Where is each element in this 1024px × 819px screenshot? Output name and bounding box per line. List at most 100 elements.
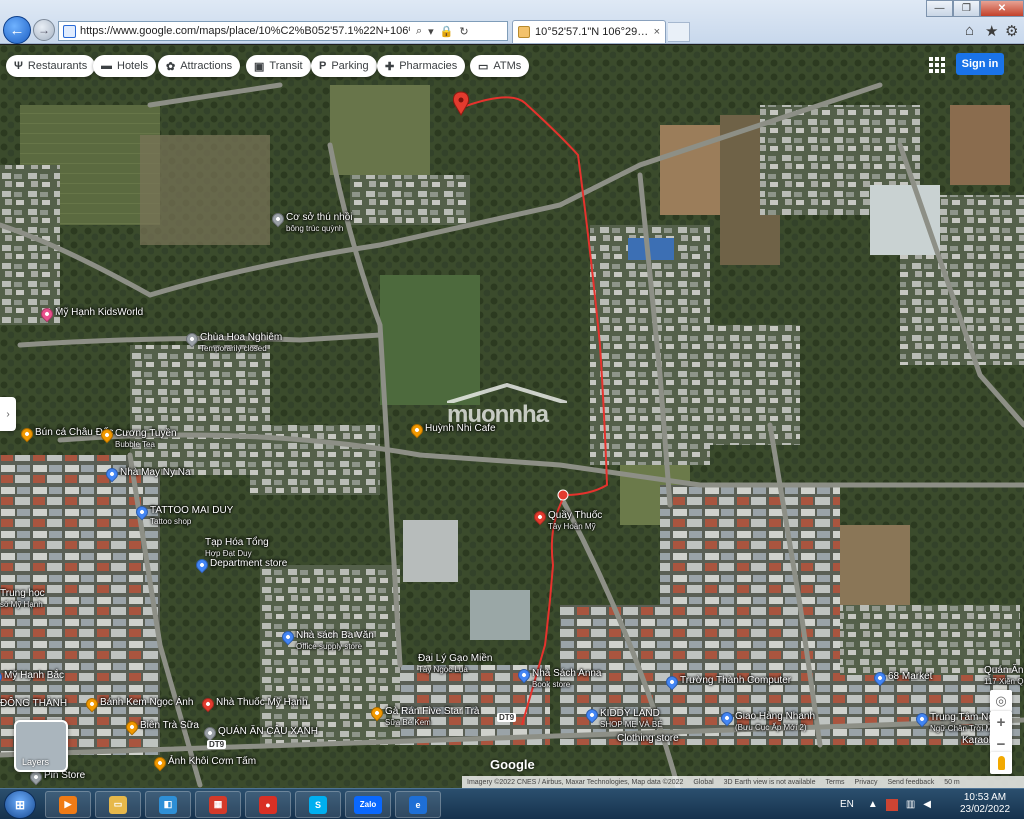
- layers-button[interactable]: Layers: [14, 720, 68, 772]
- footer-item: Global: [693, 778, 714, 786]
- zoom-in-button[interactable]: +: [990, 711, 1012, 733]
- filter-chip-pharmacies[interactable]: ✚ Pharmacies: [377, 55, 466, 77]
- filter-chip-transit[interactable]: ▣ Transit: [246, 55, 311, 77]
- place-label[interactable]: Biên Trà Sữa: [140, 720, 199, 732]
- place-name: Nhà sách Ba Văn: [296, 630, 374, 641]
- taskbar-file-explorer-button[interactable]: ▭: [95, 791, 141, 818]
- place-label[interactable]: Ảnh Khôi Cơm Tấm: [168, 756, 256, 768]
- place-name: Nhà Sách Anna: [532, 668, 602, 679]
- place-subtitle: Temporarily closed: [200, 343, 267, 353]
- footer-item[interactable]: Privacy: [855, 779, 878, 786]
- sign-in-button[interactable]: Sign in: [956, 53, 1004, 75]
- place-name: ĐÔNG THÀNH: [0, 698, 68, 709]
- footer-item: 3D Earth view is not available: [723, 778, 816, 786]
- taskbar-zalo-button[interactable]: Zalo: [345, 791, 391, 818]
- place-label[interactable]: Mỹ Hạnh Bắc: [4, 670, 64, 682]
- filter-chip-restaurants[interactable]: Ψ Restaurants: [6, 55, 96, 77]
- place-label[interactable]: Bánh Kem Ngọc Ánh: [100, 697, 193, 709]
- address-bar[interactable]: ⌕ ▾ 🔒 ↻: [58, 21, 508, 41]
- new-tab-button[interactable]: [668, 22, 690, 42]
- footer-item[interactable]: 50 m: [944, 779, 960, 786]
- place-label[interactable]: Nhà Sách Anna Book store: [532, 668, 602, 689]
- address-input[interactable]: [80, 25, 410, 37]
- search-icon[interactable]: ⌕: [416, 25, 422, 38]
- place-name: Nhà Thuốc Mỹ Hạnh: [216, 697, 308, 708]
- place-name: Huỳnh Nhi Cafe: [425, 423, 496, 434]
- place-label[interactable]: Nhà Thuốc Mỹ Hạnh: [216, 697, 308, 709]
- taskbar-security-app-button[interactable]: ▦: [195, 791, 241, 818]
- filter-chip-atms[interactable]: ▭ ATMs: [470, 55, 530, 77]
- refresh-icon[interactable]: ↻: [459, 25, 468, 38]
- place-label[interactable]: Quầy Thuốc Tây Hoàn Mỹ: [548, 510, 602, 531]
- side-panel-toggle[interactable]: ›: [0, 397, 16, 431]
- restore-button[interactable]: ❐: [953, 0, 980, 17]
- taskbar-chrome-button[interactable]: ●: [245, 791, 291, 818]
- taskbar-control-panel-button[interactable]: ◧: [145, 791, 191, 818]
- tab-close-icon[interactable]: ×: [654, 26, 660, 38]
- filter-chip-hotels[interactable]: ▬ Hotels: [93, 55, 157, 77]
- windows-logo-icon: ⊞: [14, 797, 26, 812]
- place-label[interactable]: Clothing store: [617, 733, 679, 745]
- place-label[interactable]: Gà Rán Five Star Trà Sữa Bé Kem: [385, 706, 479, 727]
- origin-marker-icon[interactable]: [557, 489, 569, 501]
- network-icon[interactable]: ▥: [906, 799, 915, 810]
- close-window-button[interactable]: ✕: [980, 0, 1024, 17]
- place-label[interactable]: Quán Ăn 117 Xiên Qu: [984, 665, 1024, 686]
- place-label[interactable]: Trung học số Mỹ Hạnh: [0, 588, 45, 609]
- file-explorer-icon: ▭: [109, 795, 127, 814]
- place-label[interactable]: Cơ sở thú nhồi bông trúc quỳnh: [286, 212, 352, 233]
- filter-chip-parking[interactable]: P Parking: [311, 55, 377, 77]
- place-label[interactable]: Chùa Hoa Nghiêm Temporarily closed: [200, 332, 282, 353]
- google-apps-icon[interactable]: [929, 57, 945, 73]
- place-label[interactable]: Giao Hàng Nhanh (Bưu Cục Ấp Mới 2): [735, 711, 815, 732]
- place-label[interactable]: Nhà sách Ba Văn Office supply store: [296, 630, 374, 651]
- place-label[interactable]: Mỹ Hạnh KidsWorld: [55, 307, 143, 319]
- home-icon[interactable]: ⌂: [965, 22, 974, 39]
- my-location-button[interactable]: ◎: [990, 690, 1012, 712]
- place-label[interactable]: Trường Thành Computer: [680, 675, 791, 687]
- place-name: Đại Lý Gạo Miền: [418, 653, 493, 664]
- filter-chip-label: Transit: [269, 60, 303, 72]
- lock-icon[interactable]: 🔒: [440, 25, 454, 38]
- browser-chrome: ← → ⌕ ▾ 🔒 ↻ 10°52'57.1"N 106°29'40.3"E .…: [0, 0, 1024, 44]
- taskbar-media-player-button[interactable]: ▶: [45, 791, 91, 818]
- place-name: Ảnh Khôi Cơm Tấm: [168, 756, 257, 767]
- footer-item[interactable]: Terms: [825, 779, 844, 786]
- taskbar-skype-button[interactable]: S: [295, 791, 341, 818]
- language-indicator[interactable]: EN: [840, 799, 854, 810]
- place-label[interactable]: TATTOO MAI DUY Tattoo shop: [150, 505, 233, 526]
- place-label[interactable]: QUÁN ĂN CÂU XANH: [218, 726, 318, 738]
- place-label[interactable]: Nhà May Ny Na: [120, 467, 191, 479]
- place-label[interactable]: ĐÔNG THÀNH: [0, 698, 67, 710]
- bed-icon: ▬: [101, 60, 112, 72]
- start-button[interactable]: ⊞: [4, 790, 36, 819]
- place-label[interactable]: Tạp Hóa Tổng Hợp Đạt Duy: [205, 537, 269, 558]
- tab-google-maps[interactable]: 10°52'57.1"N 106°29'40.3"E ... ×: [512, 20, 666, 43]
- back-button[interactable]: ←: [3, 16, 31, 44]
- place-label[interactable]: Huỳnh Nhi Cafe: [425, 423, 496, 435]
- minimize-button[interactable]: —: [926, 0, 953, 17]
- forward-arrow-icon: →: [38, 23, 50, 37]
- forward-button[interactable]: →: [33, 19, 55, 41]
- place-label[interactable]: Department store: [210, 558, 287, 570]
- street-view-pegman-icon[interactable]: [990, 752, 1012, 774]
- security-app-icon: ▦: [209, 795, 227, 814]
- filter-chip-attractions[interactable]: ✿ Attractions: [158, 55, 241, 77]
- system-clock[interactable]: 10:53 AM 23/02/2022: [950, 792, 1020, 816]
- place-name: Quán Ăn: [984, 665, 1024, 676]
- place-name: Tạp Hóa Tổng: [205, 537, 269, 548]
- map-canvas[interactable]: Ψ Restaurants ▬ Hotels ✿ Attractions ▣ Transit P…: [0, 45, 1024, 788]
- flag-icon[interactable]: ▲: [868, 799, 878, 810]
- locate-icon: ◎: [995, 693, 1007, 708]
- volume-icon[interactable]: ◀: [923, 799, 931, 810]
- place-label[interactable]: Cương Tuyền Bubble Tea: [115, 428, 177, 449]
- settings-gear-icon[interactable]: ⚙: [1005, 22, 1018, 40]
- vivaldi-tray-icon[interactable]: [885, 798, 898, 811]
- place-label[interactable]: 68 Market: [888, 671, 932, 683]
- place-label[interactable]: Đại Lý Gạo Miền Tây Ngọc Lụa: [418, 653, 492, 674]
- dropdown-icon[interactable]: ▾: [428, 25, 434, 38]
- footer-item[interactable]: Send feedback: [888, 779, 935, 786]
- taskbar-internet-explorer-button[interactable]: e: [395, 791, 441, 818]
- place-label[interactable]: KIDDY LAND SHOP MẸ VÀ BÉ: [600, 708, 663, 729]
- favorites-star-icon[interactable]: ★: [985, 22, 998, 40]
